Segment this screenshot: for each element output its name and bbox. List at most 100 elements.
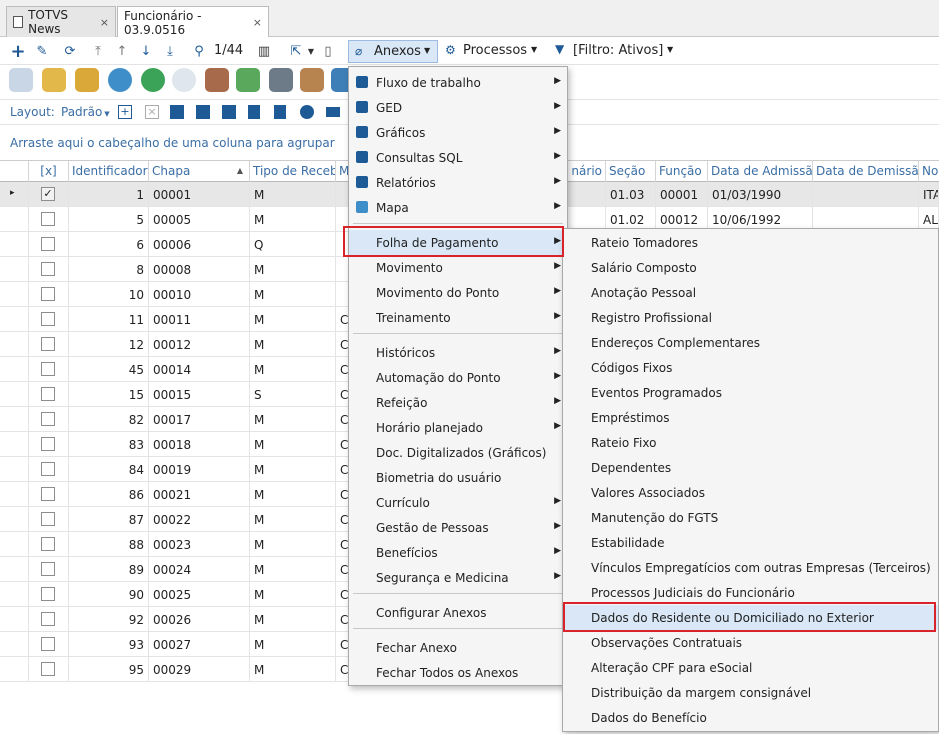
move-down-icon[interactable]: [222, 105, 236, 119]
anexos-menu-item[interactable]: Mapa ▶: [349, 195, 567, 220]
anexos-menu-item[interactable]: Históricos ▶: [349, 340, 567, 365]
collapse-all-icon[interactable]: ×: [145, 105, 159, 119]
anexos-menu-item[interactable]: Horário planejado ▶: [349, 415, 567, 440]
search-icon[interactable]: ⚲: [189, 41, 209, 61]
coins-add-icon[interactable]: [75, 68, 99, 92]
users-icon[interactable]: [300, 68, 324, 92]
anexos-menu-item[interactable]: Fechar Todos os Anexos: [349, 660, 567, 685]
coins-icon[interactable]: [42, 68, 66, 92]
header-chapa[interactable]: Chapa ▲: [149, 161, 250, 182]
id-card-icon[interactable]: [269, 68, 293, 92]
pin-icon[interactable]: [248, 105, 260, 119]
folha-submenu-item[interactable]: Empréstimos: [563, 405, 938, 430]
anexos-menu-item[interactable]: Movimento ▶: [349, 255, 567, 280]
anexos-menu-item[interactable]: Doc. Digitalizados (Gráficos): [349, 440, 567, 465]
pin-down-icon[interactable]: [274, 105, 286, 119]
row-checkbox[interactable]: [41, 662, 55, 676]
layout-select[interactable]: Padrão ▼: [61, 105, 110, 119]
row-checkbox[interactable]: [41, 362, 55, 376]
anexos-menu-item[interactable]: Fechar Anexo: [349, 635, 567, 660]
previous-record-icon[interactable]: ↑: [112, 41, 132, 61]
last-record-icon[interactable]: ⤓: [160, 41, 180, 61]
close-icon[interactable]: ×: [253, 16, 262, 29]
row-checkbox[interactable]: [41, 512, 55, 526]
edit-icon[interactable]: ✎: [32, 41, 52, 61]
anexos-button[interactable]: ⌀ Anexos ▼: [348, 40, 438, 63]
next-record-icon[interactable]: ↓: [136, 41, 156, 61]
folha-submenu-item[interactable]: Anotação Pessoal: [563, 280, 938, 305]
anexos-menu-item[interactable]: Currículo ▶: [349, 490, 567, 515]
row-checkbox[interactable]: [41, 637, 55, 651]
row-checkbox[interactable]: [41, 537, 55, 551]
row-checkbox[interactable]: [41, 262, 55, 276]
chevron-down-icon[interactable]: ▼: [305, 41, 317, 61]
user-remove-icon[interactable]: [205, 68, 229, 92]
folha-submenu-item[interactable]: Vínculos Empregatícios com outras Empres…: [563, 555, 938, 580]
anexos-menu-item[interactable]: Segurança e Medicina ▶: [349, 565, 567, 590]
header-identificador[interactable]: Identificador: [69, 161, 149, 182]
anexos-menu-item[interactable]: Refeição ▶: [349, 390, 567, 415]
folha-submenu-item[interactable]: Registro Profissional: [563, 305, 938, 330]
anexos-menu-item[interactable]: Relatórios ▶: [349, 170, 567, 195]
processos-button[interactable]: ⚙ Processos ▼: [445, 40, 543, 63]
row-checkbox[interactable]: [41, 287, 55, 301]
first-record-icon[interactable]: ⤒: [88, 41, 108, 61]
row-checkbox[interactable]: [41, 212, 55, 226]
filter-button[interactable]: ▼ [Filtro: Ativos] ▼: [555, 40, 680, 63]
anexos-menu-item[interactable]: GED ▶: [349, 95, 567, 120]
export-icon[interactable]: ⇱: [286, 41, 306, 61]
add-icon[interactable]: +: [8, 41, 28, 62]
folha-submenu-item[interactable]: Manutenção do FGTS: [563, 505, 938, 530]
row-checkbox[interactable]: [41, 412, 55, 426]
folha-submenu-item[interactable]: Salário Composto: [563, 255, 938, 280]
folha-submenu-item[interactable]: Dados do Benefício: [563, 705, 938, 730]
header-select[interactable]: [x]: [29, 161, 69, 182]
row-checkbox[interactable]: [41, 487, 55, 501]
anexos-menu-item[interactable]: Treinamento ▶: [349, 305, 567, 330]
move-up-icon[interactable]: [196, 105, 210, 119]
anexos-menu-item[interactable]: Gestão de Pessoas ▶: [349, 515, 567, 540]
row-checkbox[interactable]: [41, 562, 55, 576]
header-tipo-recebimento[interactable]: Tipo de Recebi...: [250, 161, 336, 182]
folha-submenu-item[interactable]: Dependentes: [563, 455, 938, 480]
tab-funcionario[interactable]: Funcionário - 03.9.0516 ×: [117, 6, 269, 38]
folha-submenu-item[interactable]: Observações Contratuais: [563, 630, 938, 655]
mail-check-icon[interactable]: [236, 68, 260, 92]
anexos-menu-item[interactable]: Automação do Ponto ▶: [349, 365, 567, 390]
row-checkbox[interactable]: [41, 462, 55, 476]
row-checkbox[interactable]: [41, 437, 55, 451]
anexos-menu-item[interactable]: Fluxo de trabalho ▶: [349, 70, 567, 95]
row-checkbox[interactable]: [41, 387, 55, 401]
tab-totvs-news[interactable]: TOTVS News ×: [6, 6, 116, 37]
row-checkbox[interactable]: [41, 587, 55, 601]
folha-submenu-item[interactable]: Valores Associados: [563, 480, 938, 505]
umbrella-icon[interactable]: [108, 68, 132, 92]
expand-all-icon[interactable]: +: [118, 105, 132, 119]
header-funcao[interactable]: Função: [656, 161, 708, 182]
check-badge-icon[interactable]: [141, 68, 165, 92]
anexos-menu-item[interactable]: Biometria do usuário: [349, 465, 567, 490]
anexos-menu-item[interactable]: Benefícios ▶: [349, 540, 567, 565]
anexos-menu-item[interactable]: Consultas SQL ▶: [349, 145, 567, 170]
user-icon[interactable]: [9, 68, 33, 92]
row-checkbox[interactable]: [41, 612, 55, 626]
folha-submenu-item[interactable]: Códigos Fixos: [563, 355, 938, 380]
anexos-menu-item[interactable]: Movimento do Ponto ▶: [349, 280, 567, 305]
clock-icon[interactable]: [172, 68, 196, 92]
header-data-demissao[interactable]: Data de Demissão: [813, 161, 919, 182]
folha-submenu-item[interactable]: Distribuição da margem consignável: [563, 680, 938, 705]
chart-icon[interactable]: [326, 107, 340, 117]
document-icon[interactable]: ▯: [320, 41, 336, 61]
row-checkbox[interactable]: [41, 337, 55, 351]
close-icon[interactable]: ×: [100, 16, 109, 29]
anexos-menu-item[interactable]: Gráficos ▶: [349, 120, 567, 145]
folha-submenu-item[interactable]: Alteração CPF para eSocial: [563, 655, 938, 680]
header-nome[interactable]: Nor: [919, 161, 939, 182]
shapes-icon[interactable]: [300, 105, 314, 119]
group-icon[interactable]: [170, 105, 184, 119]
folha-submenu-item[interactable]: Endereços Complementares: [563, 330, 938, 355]
row-checkbox[interactable]: [41, 237, 55, 251]
header-data-admissao[interactable]: Data de Admissão: [708, 161, 813, 182]
row-checkbox[interactable]: [41, 312, 55, 326]
refresh-icon[interactable]: ⟳: [60, 41, 80, 61]
